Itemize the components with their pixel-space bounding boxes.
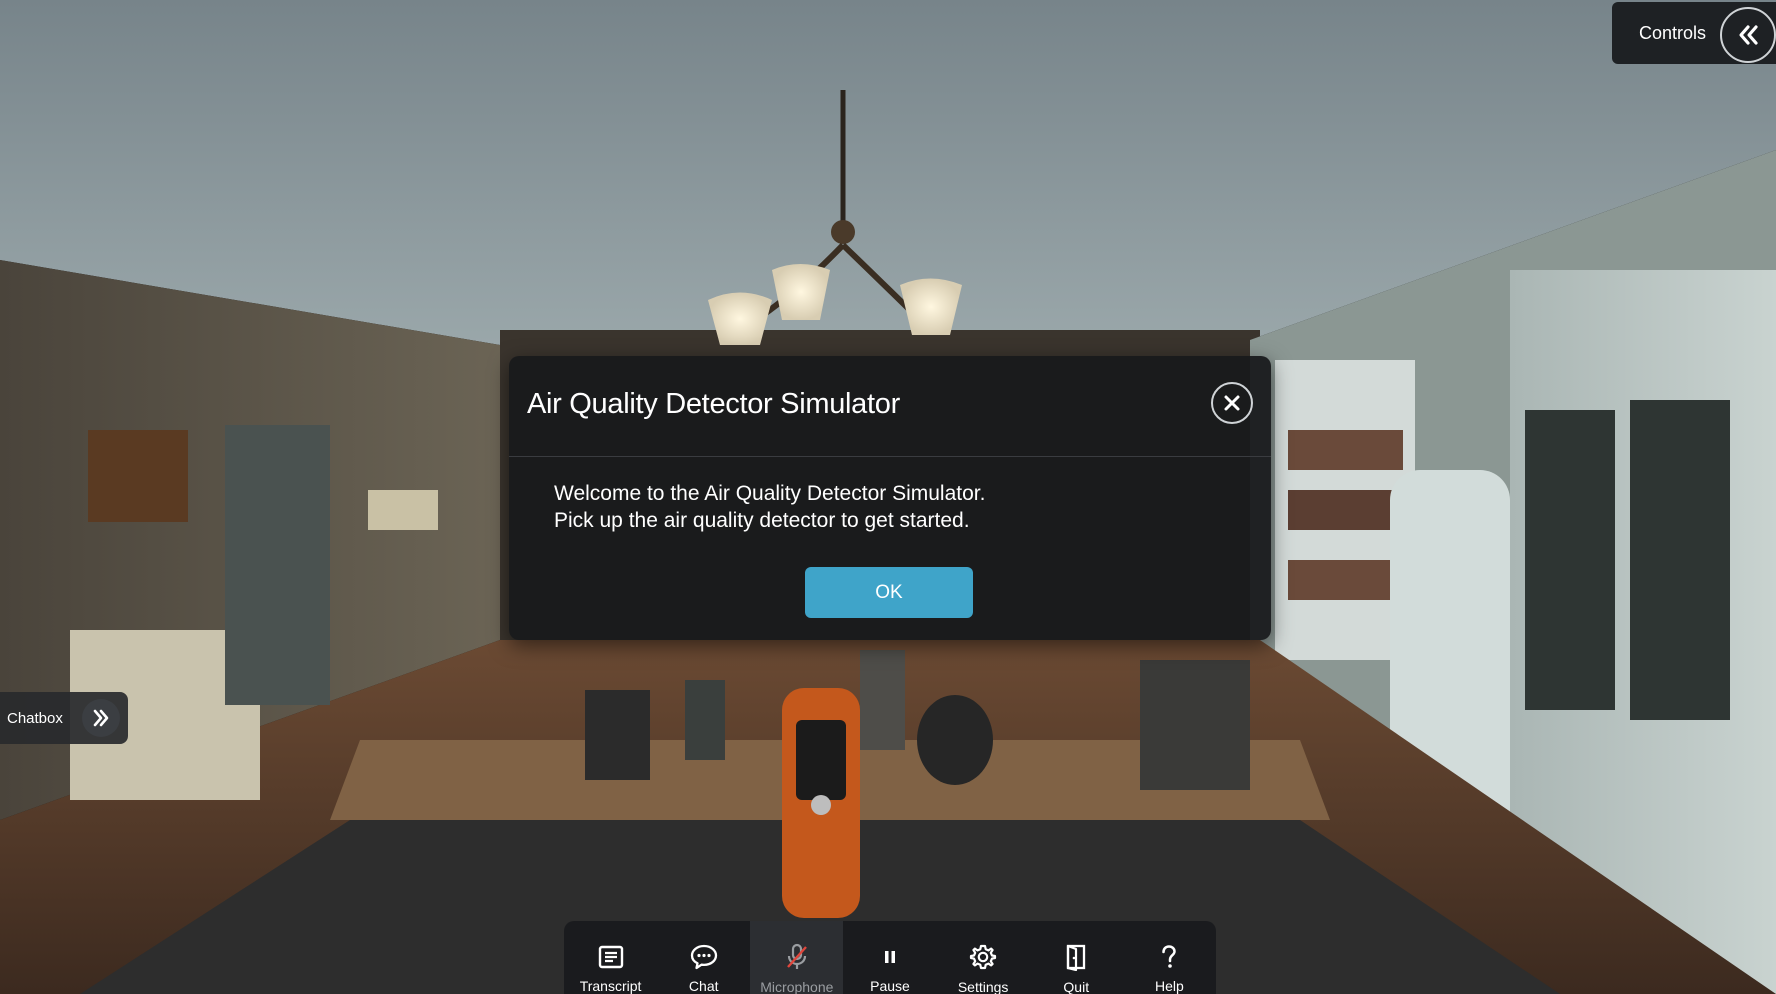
help-button[interactable]: Help <box>1123 921 1216 994</box>
close-button[interactable] <box>1211 382 1253 424</box>
pause-icon <box>883 943 897 970</box>
chat-label: Chat <box>688 978 719 994</box>
controls-label: Controls <box>1639 22 1707 43</box>
help-icon <box>1160 943 1178 970</box>
dialog-message-line-1: Welcome to the Air Quality Detector Simu… <box>554 482 986 505</box>
settings-button[interactable]: Settings <box>937 921 1030 994</box>
transcript-icon <box>598 943 624 970</box>
pause-button[interactable]: Pause <box>843 921 936 994</box>
ok-button[interactable]: OK <box>805 567 973 618</box>
microphone-button[interactable]: Microphone <box>750 921 844 994</box>
chatbox-label: Chatbox <box>7 709 63 727</box>
dialog-header: Air Quality Detector Simulator <box>509 356 1271 457</box>
bottom-toolbar: Transcript Chat Microphone Pause Setting… <box>564 921 1216 994</box>
welcome-dialog: Air Quality Detector Simulator Welcome t… <box>509 356 1271 640</box>
transcript-label: Transcript <box>579 978 642 994</box>
chat-button[interactable]: Chat <box>657 921 750 994</box>
chevron-right-double-icon[interactable] <box>82 699 120 737</box>
settings-label: Settings <box>957 979 1009 994</box>
gear-icon <box>969 943 997 971</box>
close-icon <box>1224 395 1240 411</box>
pause-label: Pause <box>870 978 910 994</box>
microphone-icon <box>784 943 810 971</box>
microphone-label: Microphone <box>760 979 834 994</box>
quit-button[interactable]: Quit <box>1030 921 1123 994</box>
dialog-title: Air Quality Detector Simulator <box>527 388 900 420</box>
dialog-message: Welcome to the Air Quality Detector Simu… <box>554 480 985 534</box>
chevron-left-double-icon[interactable] <box>1720 7 1776 63</box>
chatbox-toggle[interactable]: Chatbox <box>0 692 128 744</box>
chat-icon <box>690 943 718 970</box>
transcript-button[interactable]: Transcript <box>564 921 657 994</box>
quit-label: Quit <box>1063 979 1090 994</box>
help-label: Help <box>1155 978 1184 994</box>
quit-icon <box>1065 943 1087 971</box>
dialog-message-line-2: Pick up the air quality detector to get … <box>554 509 970 532</box>
controls-panel-toggle[interactable]: Controls <box>1612 2 1776 64</box>
